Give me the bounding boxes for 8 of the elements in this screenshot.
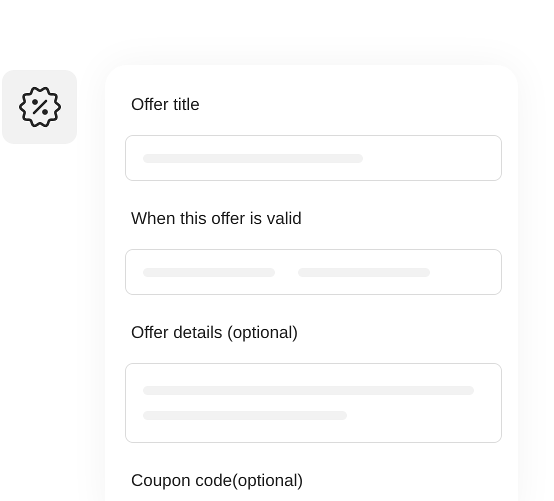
field-label: Coupon code(optional) (131, 470, 304, 492)
input-field[interactable] (125, 249, 502, 295)
text-area[interactable] (125, 363, 502, 443)
field-label: When this offer is valid (131, 208, 303, 230)
input-field[interactable] (125, 135, 502, 181)
field-label: Offer title (131, 94, 201, 116)
field-label: Offer details (optional) (131, 322, 299, 344)
percent-badge-icon (18, 86, 60, 128)
